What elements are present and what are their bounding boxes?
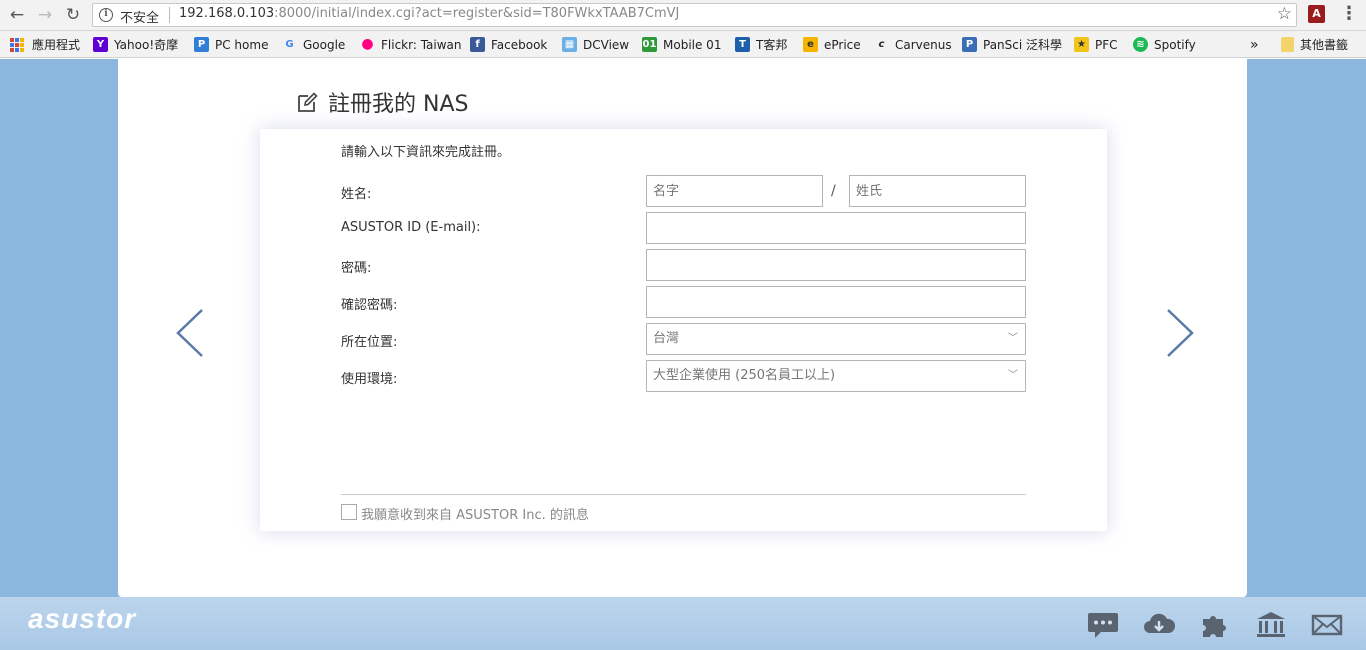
- confirm-password-label: 確認密碼:: [341, 298, 398, 313]
- puzzle-icon[interactable]: [1199, 611, 1231, 639]
- bookmarks-overflow-button[interactable]: »: [1250, 36, 1259, 53]
- chevron-down-icon: ﹀: [1008, 333, 1018, 344]
- bank-icon[interactable]: [1255, 611, 1287, 639]
- asustor-id-label: ASUSTOR ID (E-mail):: [341, 220, 481, 235]
- pdf-extension-icon[interactable]: A: [1308, 5, 1325, 23]
- bookmark-google[interactable]: G Google: [282, 36, 345, 53]
- bookmark-pfc[interactable]: ★ PFC: [1074, 36, 1118, 53]
- bookmark-carvenus[interactable]: c Carvenus: [874, 36, 952, 53]
- usage-select[interactable]: 大型企業使用 (250名員工以上) ﹀: [646, 360, 1026, 392]
- previous-arrow-icon[interactable]: [170, 308, 210, 358]
- url-text[interactable]: 192.168.0.103:8000/initial/index.cgi?act…: [179, 6, 679, 21]
- bookmark-star-icon[interactable]: ☆: [1277, 4, 1292, 24]
- usage-label: 使用環境:: [341, 372, 398, 387]
- bookmark-facebook[interactable]: f Facebook: [470, 36, 547, 53]
- footer-bar: asustor: [0, 597, 1366, 650]
- bookmark-dcview[interactable]: ▦ DCView: [562, 36, 629, 53]
- apps-icon: [10, 37, 24, 52]
- cloud-download-icon[interactable]: [1143, 611, 1175, 639]
- facebook-icon: f: [470, 37, 485, 52]
- page-title: 註冊我的 NAS: [328, 92, 469, 117]
- newsletter-label[interactable]: 我願意收到來自 ASUSTOR Inc. 的訊息: [361, 504, 589, 523]
- address-bar[interactable]: i 不安全 192.168.0.103:8000/initial/index.c…: [92, 3, 1297, 27]
- usage-value: 大型企業使用 (250名員工以上): [653, 368, 836, 383]
- tkb-icon: T: [735, 37, 750, 52]
- asustor-logo: asustor: [28, 603, 137, 634]
- bookmark-flickr[interactable]: ● Flickr: Taiwan: [360, 36, 461, 53]
- form-intro: 請輸入以下資訊來完成註冊。: [341, 145, 511, 160]
- first-name-input[interactable]: [646, 175, 823, 207]
- pfc-icon: ★: [1074, 37, 1089, 52]
- menu-dots-icon[interactable]: ⋮: [1340, 3, 1358, 24]
- form-divider: [341, 494, 1026, 495]
- bookmarks-bar: 應用程式 Y Yahoo!奇摩 P PC home G Google ● Flickr:…: [0, 31, 1366, 58]
- reload-icon[interactable]: ↻: [62, 4, 84, 26]
- pchome-icon: P: [194, 37, 209, 52]
- chat-icon[interactable]: [1087, 611, 1119, 639]
- password-label: 密碼:: [341, 261, 372, 276]
- title-row: 註冊我的 NAS: [296, 86, 468, 118]
- edit-icon: [298, 92, 318, 112]
- mail-icon[interactable]: [1311, 611, 1343, 639]
- google-icon: G: [285, 39, 294, 50]
- eprice-icon: e: [803, 37, 818, 52]
- flickr-icon: ●: [361, 36, 374, 52]
- bookmark-tkb[interactable]: T T客邦: [735, 36, 787, 53]
- security-label[interactable]: 不安全: [120, 7, 159, 26]
- chevron-down-icon: ﹀: [1008, 370, 1018, 381]
- carvenus-icon: c: [878, 39, 885, 50]
- location-value: 台灣: [653, 331, 680, 346]
- bookmark-mobile01[interactable]: 01 Mobile 01: [642, 36, 721, 53]
- divider: [169, 7, 170, 23]
- mobile01-icon: 01: [642, 37, 657, 52]
- bookmark-spotify[interactable]: ≋ Spotify: [1133, 36, 1196, 53]
- pansci-icon: P: [962, 37, 977, 52]
- dcview-icon: ▦: [562, 37, 577, 52]
- spotify-icon: ≋: [1133, 37, 1148, 52]
- email-field[interactable]: [646, 212, 1026, 244]
- next-arrow-icon[interactable]: [1160, 308, 1200, 358]
- page-background: 註冊我的 NAS 請輸入以下資訊來完成註冊。 姓名: / ASUSTOR ID …: [0, 59, 1366, 650]
- browser-toolbar: ← → ↻ i 不安全 192.168.0.103:8000/initial/i…: [0, 0, 1366, 31]
- name-label: 姓名:: [341, 187, 372, 202]
- yahoo-icon: Y: [93, 37, 108, 52]
- location-label: 所在位置:: [341, 335, 398, 350]
- bookmark-pchome[interactable]: P PC home: [194, 36, 268, 53]
- bookmark-yahoo[interactable]: Y Yahoo!奇摩: [93, 36, 178, 53]
- location-select[interactable]: 台灣 ﹀: [646, 323, 1026, 355]
- info-icon[interactable]: i: [99, 8, 113, 22]
- name-separator: /: [831, 183, 836, 199]
- bookmark-other-folder[interactable]: 其他書籤: [1281, 36, 1348, 53]
- bookmark-apps[interactable]: 應用程式: [10, 36, 80, 53]
- wizard-card: 註冊我的 NAS 請輸入以下資訊來完成註冊。 姓名: / ASUSTOR ID …: [118, 59, 1247, 597]
- folder-icon: [1281, 37, 1294, 52]
- forward-arrow-icon[interactable]: →: [34, 4, 56, 26]
- password-field[interactable]: [646, 249, 1026, 281]
- bookmark-eprice[interactable]: e ePrice: [803, 36, 861, 53]
- last-name-input[interactable]: [849, 175, 1026, 207]
- bookmark-pansci[interactable]: P PanSci 泛科學: [962, 36, 1062, 53]
- confirm-password-field[interactable]: [646, 286, 1026, 318]
- newsletter-checkbox[interactable]: [341, 504, 357, 520]
- back-arrow-icon[interactable]: ←: [6, 4, 28, 26]
